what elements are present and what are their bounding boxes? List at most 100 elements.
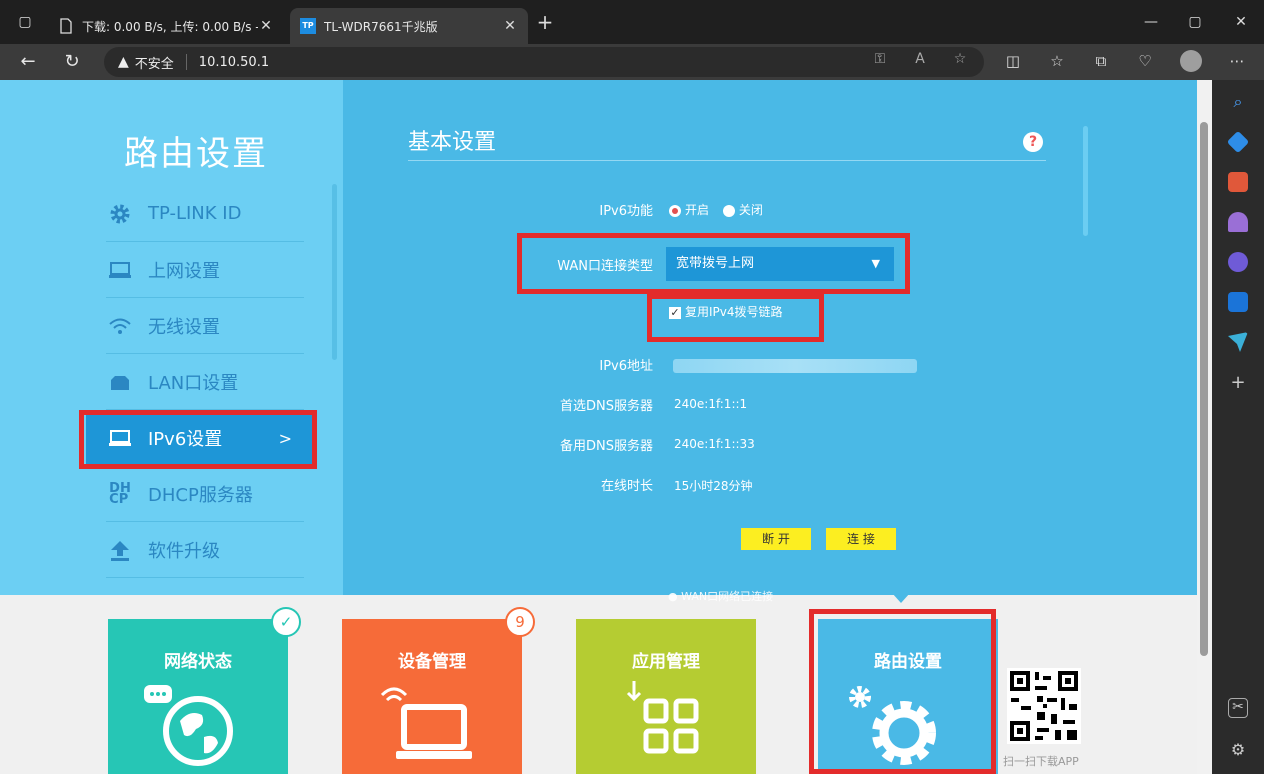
wifi-icon — [106, 314, 134, 338]
radio-on[interactable]: 开启 — [669, 203, 709, 217]
search-icon[interactable]: ⌕ — [1228, 92, 1248, 112]
gear-icon — [106, 202, 134, 226]
tab-actions-icon[interactable]: ▢ — [10, 8, 40, 36]
menu-item-label: 上网设置 — [148, 260, 220, 282]
tile-app-management[interactable]: 应用管理 — [576, 619, 756, 774]
laptop-icon — [106, 258, 134, 282]
radio-on-label: 开启 — [685, 203, 710, 217]
radio-selected-icon — [669, 204, 681, 217]
address-bar: ← ↻ ▲ 不安全 10.10.50.1 ⚿ A ☆ ◫ ☆ ⧉ ♡ ⋯ — [0, 44, 1264, 80]
section-divider — [408, 160, 1046, 161]
tile-label: 设备管理 — [398, 652, 466, 672]
count-badge: 9 — [505, 607, 535, 637]
settings-sidebar: 路由设置 TP-LINK ID 上网设置 无线设置 LAN口设置 IPv6设置 … — [0, 80, 343, 595]
tile-network-status[interactable]: 网络状态 ✓ — [108, 607, 301, 774]
radio-off[interactable]: 关闭 — [722, 203, 763, 217]
separator — [185, 54, 187, 70]
wan-status-hint: ● WAN口网络已连接 — [668, 590, 774, 603]
apps-grid-icon — [626, 681, 699, 754]
ipv6-function-radios: 开启 关闭 — [669, 201, 763, 218]
connect-button[interactable]: 连 接 — [826, 528, 896, 550]
new-tab-icon[interactable]: + — [530, 8, 560, 36]
secondary-dns-label: 备用DNS服务器 — [560, 439, 653, 454]
highlight-ipv6-menu — [79, 410, 317, 469]
favorite-star-icon[interactable]: ☆ — [950, 51, 970, 71]
menu-item-tplink-id[interactable]: TP-LINK ID — [106, 186, 304, 242]
tag-icon[interactable] — [1226, 130, 1250, 154]
more-icon[interactable]: ⋯ — [1226, 52, 1248, 74]
performance-icon[interactable]: ♡ — [1134, 52, 1156, 74]
ipv6-address-value-redacted — [673, 359, 917, 373]
security-label[interactable]: 不安全 — [135, 53, 174, 72]
tab-title: 下载: 0.00 B/s, 上传: 0.00 B/s - Ar — [82, 19, 258, 34]
add-icon[interactable]: + — [1228, 372, 1248, 393]
menu-item-label: 软件升级 — [148, 540, 220, 562]
menu-item-label: LAN口设置 — [148, 372, 239, 394]
page-scrollbar-thumb[interactable] — [1200, 122, 1208, 656]
split-screen-icon[interactable]: ◫ — [1002, 52, 1024, 74]
wan-status-text: WAN口网络已连接 — [681, 590, 774, 603]
tplink-favicon-icon: TP — [300, 18, 316, 34]
qr-caption: 扫一扫下载APP — [1003, 755, 1079, 768]
tile-label: 网络状态 — [164, 652, 232, 672]
copilot-icon[interactable] — [1228, 252, 1248, 272]
profile-avatar[interactable] — [1180, 50, 1202, 72]
screenshot-icon[interactable]: ✂ — [1228, 698, 1248, 718]
primary-dns-value: 240e:1f:1::1 — [674, 397, 748, 411]
minimize-icon[interactable]: — — [1136, 8, 1166, 36]
back-icon[interactable]: ← — [14, 48, 42, 76]
key-icon[interactable]: ⚿ — [870, 51, 890, 71]
browser-tab-bar: ▢ 下载: 0.00 B/s, 上传: 0.00 B/s - Ar ✕ TP T… — [0, 0, 1264, 44]
upload-icon — [106, 538, 134, 562]
uptime-value: 15小时28分钟 — [674, 479, 753, 493]
section-title: 基本设置 — [408, 130, 497, 155]
url-text: 10.10.50.1 — [198, 54, 270, 70]
edge-sidebar: ⌕ + ✂ ⚙ — [1212, 80, 1264, 774]
disconnect-button[interactable]: 断 开 — [741, 528, 811, 550]
sidebar-scrollbar[interactable] — [332, 184, 337, 360]
ipv6-address-label: IPv6地址 — [599, 359, 653, 374]
games-icon[interactable] — [1228, 212, 1248, 232]
tab-inactive[interactable]: 下载: 0.00 B/s, 上传: 0.00 B/s - Ar ✕ — [48, 8, 284, 44]
ethernet-icon — [106, 370, 134, 394]
secondary-dns-value: 240e:1f:1::33 — [674, 437, 755, 451]
page-viewport: 路由设置 TP-LINK ID 上网设置 无线设置 LAN口设置 IPv6设置 … — [0, 80, 1212, 774]
menu-item-internet[interactable]: 上网设置 — [106, 242, 304, 298]
tab-title: TL-WDR7661千兆版 — [324, 19, 438, 34]
toolbox-icon[interactable] — [1228, 172, 1248, 192]
menu-item-label: DHCP服务器 — [148, 484, 253, 506]
url-field[interactable]: ▲ 不安全 10.10.50.1 — [104, 47, 984, 77]
send-icon[interactable] — [1228, 332, 1248, 352]
collections-icon[interactable]: ⧉ — [1090, 52, 1112, 74]
tile-device-management[interactable]: 设备管理 9 — [342, 607, 535, 774]
settings-icon[interactable]: ⚙ — [1228, 740, 1248, 760]
active-tile-pointer — [892, 593, 910, 603]
dhcp-icon: DH CP — [109, 480, 131, 507]
window-close-icon[interactable]: ✕ — [1226, 8, 1256, 36]
tab-active[interactable]: TP TL-WDR7661千兆版 ✕ — [290, 8, 528, 44]
close-icon[interactable]: ✕ — [258, 18, 274, 34]
outlook-icon[interactable] — [1228, 292, 1248, 312]
refresh-icon[interactable]: ↻ — [58, 48, 86, 76]
menu-item-wireless[interactable]: 无线设置 — [106, 298, 304, 354]
read-aloud-icon[interactable]: A — [910, 51, 930, 71]
content-scrollbar[interactable] — [1083, 126, 1088, 236]
highlight-reuse-checkbox — [647, 294, 824, 342]
radio-off-label: 关闭 — [738, 203, 763, 217]
close-icon[interactable]: ✕ — [502, 18, 518, 34]
check-badge-icon: ✓ — [271, 607, 301, 637]
ipv6-function-label: IPv6功能 — [599, 204, 653, 219]
highlight-router-tile — [809, 609, 996, 774]
laptop-wifi-icon — [380, 687, 472, 759]
page-icon — [60, 18, 72, 34]
menu-item-dhcp[interactable]: DH CP DHCP服务器 — [106, 466, 304, 522]
warning-icon: ▲ — [118, 54, 129, 70]
help-icon[interactable]: ? — [1023, 132, 1043, 152]
maximize-icon[interactable]: ▢ — [1180, 8, 1210, 36]
menu-item-upgrade[interactable]: 软件升级 — [106, 522, 304, 578]
radio-unselected-icon — [722, 204, 735, 217]
uptime-label: 在线时长 — [600, 479, 653, 494]
menu-item-lan[interactable]: LAN口设置 — [106, 354, 304, 410]
qr-code — [1007, 668, 1081, 744]
favorites-icon[interactable]: ☆ — [1046, 52, 1068, 74]
